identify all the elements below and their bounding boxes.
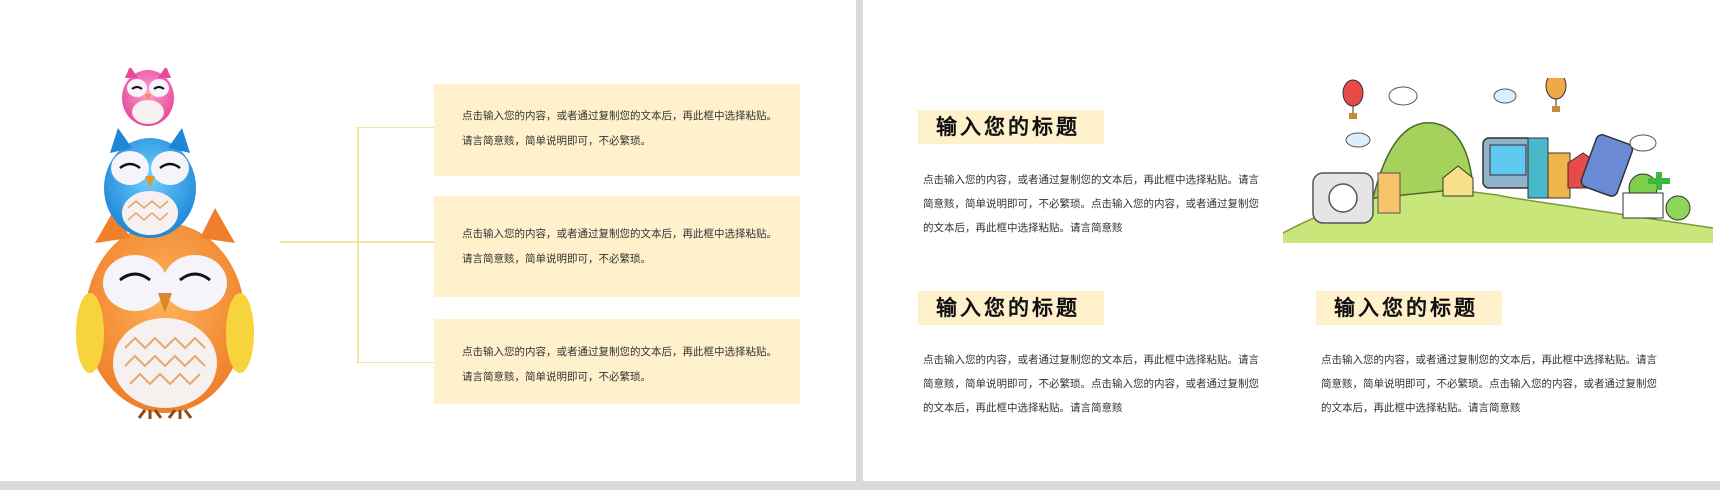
connector-lines [280, 127, 434, 363]
section-body-1: 点击输入您的内容，或者通过复制您的文本后，再此框中选择粘贴。请言简意赅，简单说明… [923, 174, 1259, 234]
section-title-1: 输入您的标题 [918, 110, 1104, 144]
slide-right: 输入您的标题 点击输入您的内容，或者通过复制您的文本后，再此框中选择粘贴。请言简… [863, 0, 1720, 481]
text-box-2-content: 点击输入您的内容，或者通过复制您的文本后，再此框中选择粘贴。请言简意赅，简单说明… [462, 228, 777, 265]
cartoon-city-icon [1283, 78, 1713, 243]
owl-stack-icon [76, 68, 254, 419]
slide-left: 点击输入您的内容，或者通过复制您的文本后，再此框中选择粘贴。请言简意赅，简单说明… [0, 0, 856, 481]
text-box-2: 点击输入您的内容，或者通过复制您的文本后，再此框中选择粘贴。请言简意赅，简单说明… [434, 196, 800, 297]
section-body-2: 点击输入您的内容，或者通过复制您的文本后，再此框中选择粘贴。请言简意赅，简单说明… [923, 354, 1259, 414]
text-box-1: 点击输入您的内容，或者通过复制您的文本后，再此框中选择粘贴。请言简意赅，简单说明… [434, 84, 800, 176]
section-body-3: 点击输入您的内容，或者通过复制您的文本后，再此框中选择粘贴。请言简意赅，简单说明… [1321, 354, 1657, 414]
text-box-3: 点击输入您的内容，或者通过复制您的文本后，再此框中选择粘贴。请言简意赅，简单说明… [434, 319, 800, 404]
section-title-2: 输入您的标题 [918, 291, 1104, 325]
section-title-3: 输入您的标题 [1316, 291, 1502, 325]
text-box-3-content: 点击输入您的内容，或者通过复制您的文本后，再此框中选择粘贴。请言简意赅，简单说明… [462, 346, 777, 383]
text-box-1-content: 点击输入您的内容，或者通过复制您的文本后，再此框中选择粘贴。请言简意赅，简单说明… [462, 110, 777, 147]
